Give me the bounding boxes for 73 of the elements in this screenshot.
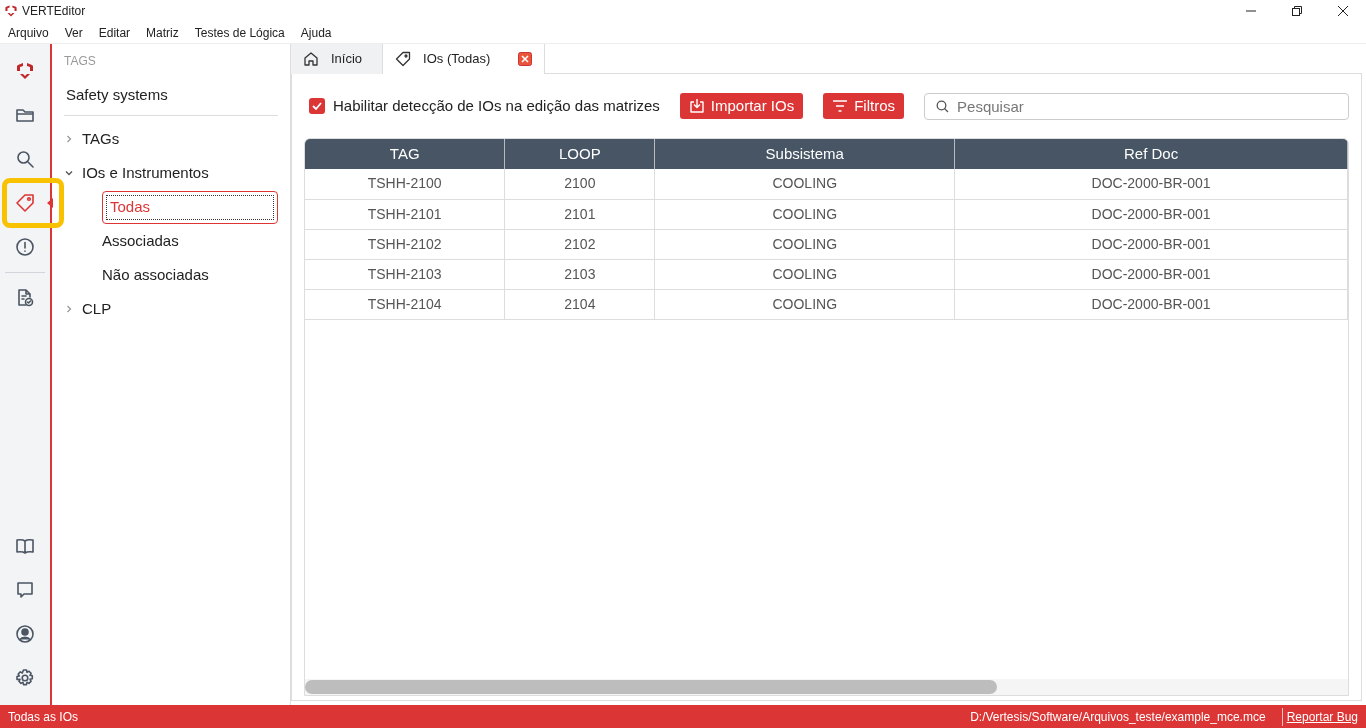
window-title: VERTEditor (22, 3, 86, 20)
close-icon (1338, 6, 1348, 16)
file-path: D:/Vertesis/Software/Arquivos_teste/example_mce.mce (970, 707, 1283, 726)
alert-icon[interactable] (15, 237, 35, 257)
table-cell: DOC-2000-BR-001 (954, 199, 1348, 229)
menu-item[interactable]: Testes de Lógica (186, 23, 293, 42)
book-icon[interactable] (15, 536, 35, 556)
menu-item[interactable]: Matriz (138, 23, 187, 42)
table-cell: COOLING (654, 259, 955, 289)
table-cell: TSHH-2104 (305, 289, 505, 319)
tree-item[interactable]: Não associadas (102, 258, 278, 292)
table-cell: 2103 (504, 259, 655, 289)
table-cell: DOC-2000-BR-001 (954, 259, 1348, 289)
import-icon (688, 98, 705, 114)
app-logo-icon (4, 4, 18, 18)
filter-icon (832, 98, 849, 114)
menu-item[interactable]: Ajuda (292, 23, 340, 42)
tab-label: Início (331, 50, 364, 69)
report-bug-link[interactable]: Reportar Bug (1282, 707, 1358, 726)
tab[interactable]: IOs (Todas) (382, 44, 546, 74)
scrollbar-thumb[interactable] (305, 680, 997, 694)
column-header[interactable]: TAG (305, 139, 505, 169)
search-icon[interactable] (15, 149, 35, 169)
logo-icon[interactable] (15, 61, 35, 81)
table-cell: TSHH-2100 (305, 169, 505, 199)
tree-item[interactable]: IOs e Instrumentos (82, 161, 209, 185)
search-field[interactable]: Pesquisar (924, 92, 1349, 120)
table-cell: 2104 (504, 289, 655, 319)
table-cell: TSHH-2103 (305, 259, 505, 289)
user-icon[interactable] (15, 624, 35, 644)
column-header[interactable]: Ref Doc (954, 139, 1348, 169)
table-cell: COOLING (654, 169, 955, 199)
tab[interactable]: Início (291, 44, 383, 74)
status-text: Todas as IOs (8, 708, 80, 726)
table-cell: 2102 (504, 229, 655, 259)
import-button[interactable]: Importar IOs (679, 93, 804, 119)
column-header[interactable]: Subsistema (654, 139, 955, 169)
search-icon (936, 99, 950, 113)
table-cell: COOLING (654, 229, 955, 259)
tab-label: IOs (Todas) (423, 50, 492, 69)
table-cell: TSHH-2101 (305, 199, 505, 229)
tag-icon (395, 51, 412, 67)
table-cell: DOC-2000-BR-001 (954, 169, 1348, 199)
checkbox[interactable] (309, 98, 325, 114)
home-icon (303, 51, 319, 67)
table-cell: TSHH-2102 (305, 229, 505, 259)
chat-icon[interactable] (15, 580, 35, 600)
selection-pointer-icon (47, 198, 53, 208)
tree-item[interactable]: CLP (82, 297, 112, 321)
column-header[interactable]: LOOP (504, 139, 655, 169)
chevron-down-icon[interactable] (64, 168, 74, 178)
table-cell: 2100 (504, 169, 655, 199)
table-cell: DOC-2000-BR-001 (954, 289, 1348, 319)
table-cell: DOC-2000-BR-001 (954, 229, 1348, 259)
tree-item[interactable]: TAGs (82, 127, 120, 151)
table-cell: COOLING (654, 289, 955, 319)
menu-item[interactable]: Editar (90, 23, 139, 42)
tree-item[interactable]: Associadas (102, 224, 278, 258)
tree-item[interactable]: Todas (102, 190, 278, 224)
settings-icon[interactable] (15, 668, 35, 688)
menu-item[interactable]: Arquivo (0, 23, 57, 42)
section-heading: TAGS (64, 53, 97, 70)
checkbox-option[interactable]: Habilitar detecção de IOs na edição das matrizes (309, 94, 660, 118)
document-check-icon[interactable] (15, 288, 35, 308)
highlight-frame (2, 178, 64, 228)
table-cell: COOLING (654, 199, 955, 229)
table-cell: 2101 (504, 199, 655, 229)
filter-button[interactable]: Filtros (823, 93, 905, 119)
close-icon[interactable] (518, 52, 533, 66)
menu-item[interactable]: Ver (56, 23, 91, 42)
project-title: Safety systems (64, 76, 278, 116)
restore-icon (1292, 6, 1302, 16)
tag-icon[interactable] (15, 193, 35, 213)
